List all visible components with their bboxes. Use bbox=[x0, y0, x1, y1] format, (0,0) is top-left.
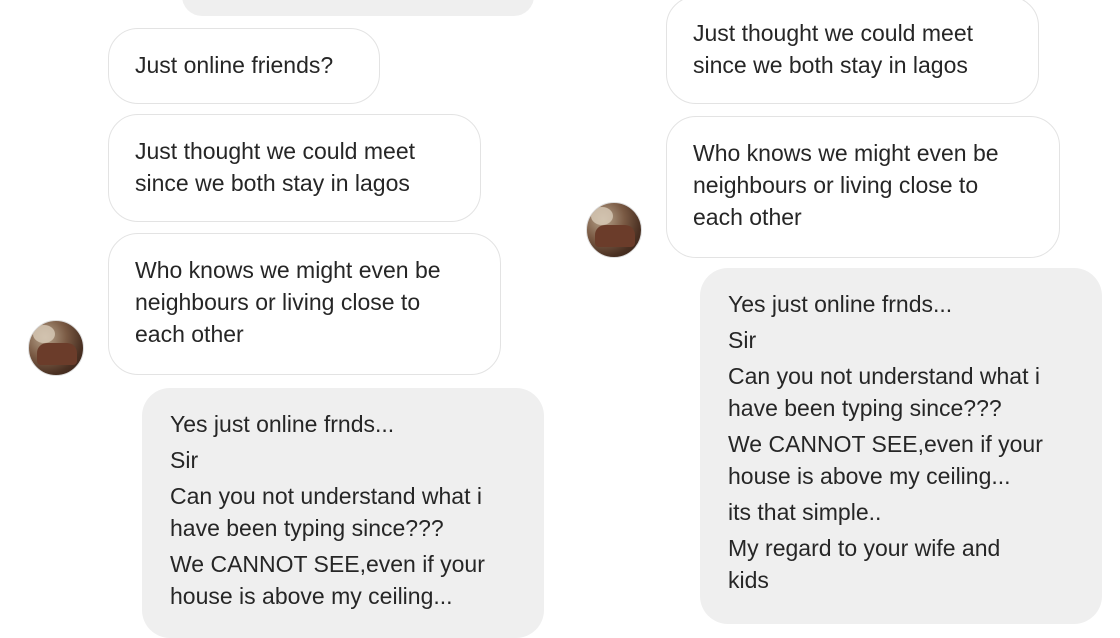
previous-message-stub bbox=[182, 0, 534, 16]
message-text: since we both stay in lagos bbox=[135, 170, 410, 196]
message-text: each other bbox=[693, 204, 802, 230]
reply-text: My regard to your wife and bbox=[728, 535, 1001, 561]
reply-text: Sir bbox=[728, 327, 757, 353]
reply-text: Can you not understand what i bbox=[728, 363, 1040, 389]
reply-text: Yes just online frnds... bbox=[728, 291, 953, 317]
avatar[interactable] bbox=[28, 320, 84, 376]
message-text: Just online friends? bbox=[135, 52, 334, 78]
message-text: each other bbox=[135, 321, 244, 347]
message-bubble: Just online friends? bbox=[108, 28, 380, 104]
reply-text: Yes just online frnds... bbox=[170, 411, 395, 437]
reply-text: kids bbox=[728, 567, 769, 593]
avatar-photo-couch bbox=[595, 225, 635, 247]
message-text: Just thought we could meet bbox=[693, 20, 973, 46]
message-text: Just thought we could meet bbox=[135, 138, 415, 164]
avatar-photo-couch bbox=[37, 343, 77, 365]
message-bubble: Just thought we could meet since we both… bbox=[108, 114, 481, 222]
reply-bubble: Yes just online frnds... Sir Can you not… bbox=[142, 388, 544, 638]
message-text: Who knows we might even be bbox=[693, 140, 999, 166]
reply-text: have been typing since??? bbox=[728, 395, 1002, 421]
reply-text: We CANNOT SEE,even if your bbox=[170, 551, 485, 577]
avatar[interactable] bbox=[586, 202, 642, 258]
reply-text: house is above my ceiling... bbox=[728, 463, 1011, 489]
reply-text: have been typing since??? bbox=[170, 515, 444, 541]
avatar-photo-highlight bbox=[591, 207, 613, 225]
reply-text: Can you not understand what i bbox=[170, 483, 482, 509]
message-text: neighbours or living close to bbox=[693, 172, 979, 198]
message-bubble: Who knows we might even be neighbours or… bbox=[108, 233, 501, 375]
message-text: since we both stay in lagos bbox=[693, 52, 968, 78]
reply-text: house is above my ceiling... bbox=[170, 583, 453, 609]
reply-bubble: Yes just online frnds... Sir Can you not… bbox=[700, 268, 1102, 624]
message-bubble: Who knows we might even be neighbours or… bbox=[666, 116, 1060, 258]
avatar-photo-highlight bbox=[33, 325, 55, 343]
message-text: neighbours or living close to bbox=[135, 289, 421, 315]
reply-text: We CANNOT SEE,even if your bbox=[728, 431, 1043, 457]
message-bubble: Just thought we could meet since we both… bbox=[666, 0, 1039, 104]
reply-text: its that simple.. bbox=[728, 499, 882, 525]
reply-text: Sir bbox=[170, 447, 199, 473]
message-text: Who knows we might even be bbox=[135, 257, 441, 283]
